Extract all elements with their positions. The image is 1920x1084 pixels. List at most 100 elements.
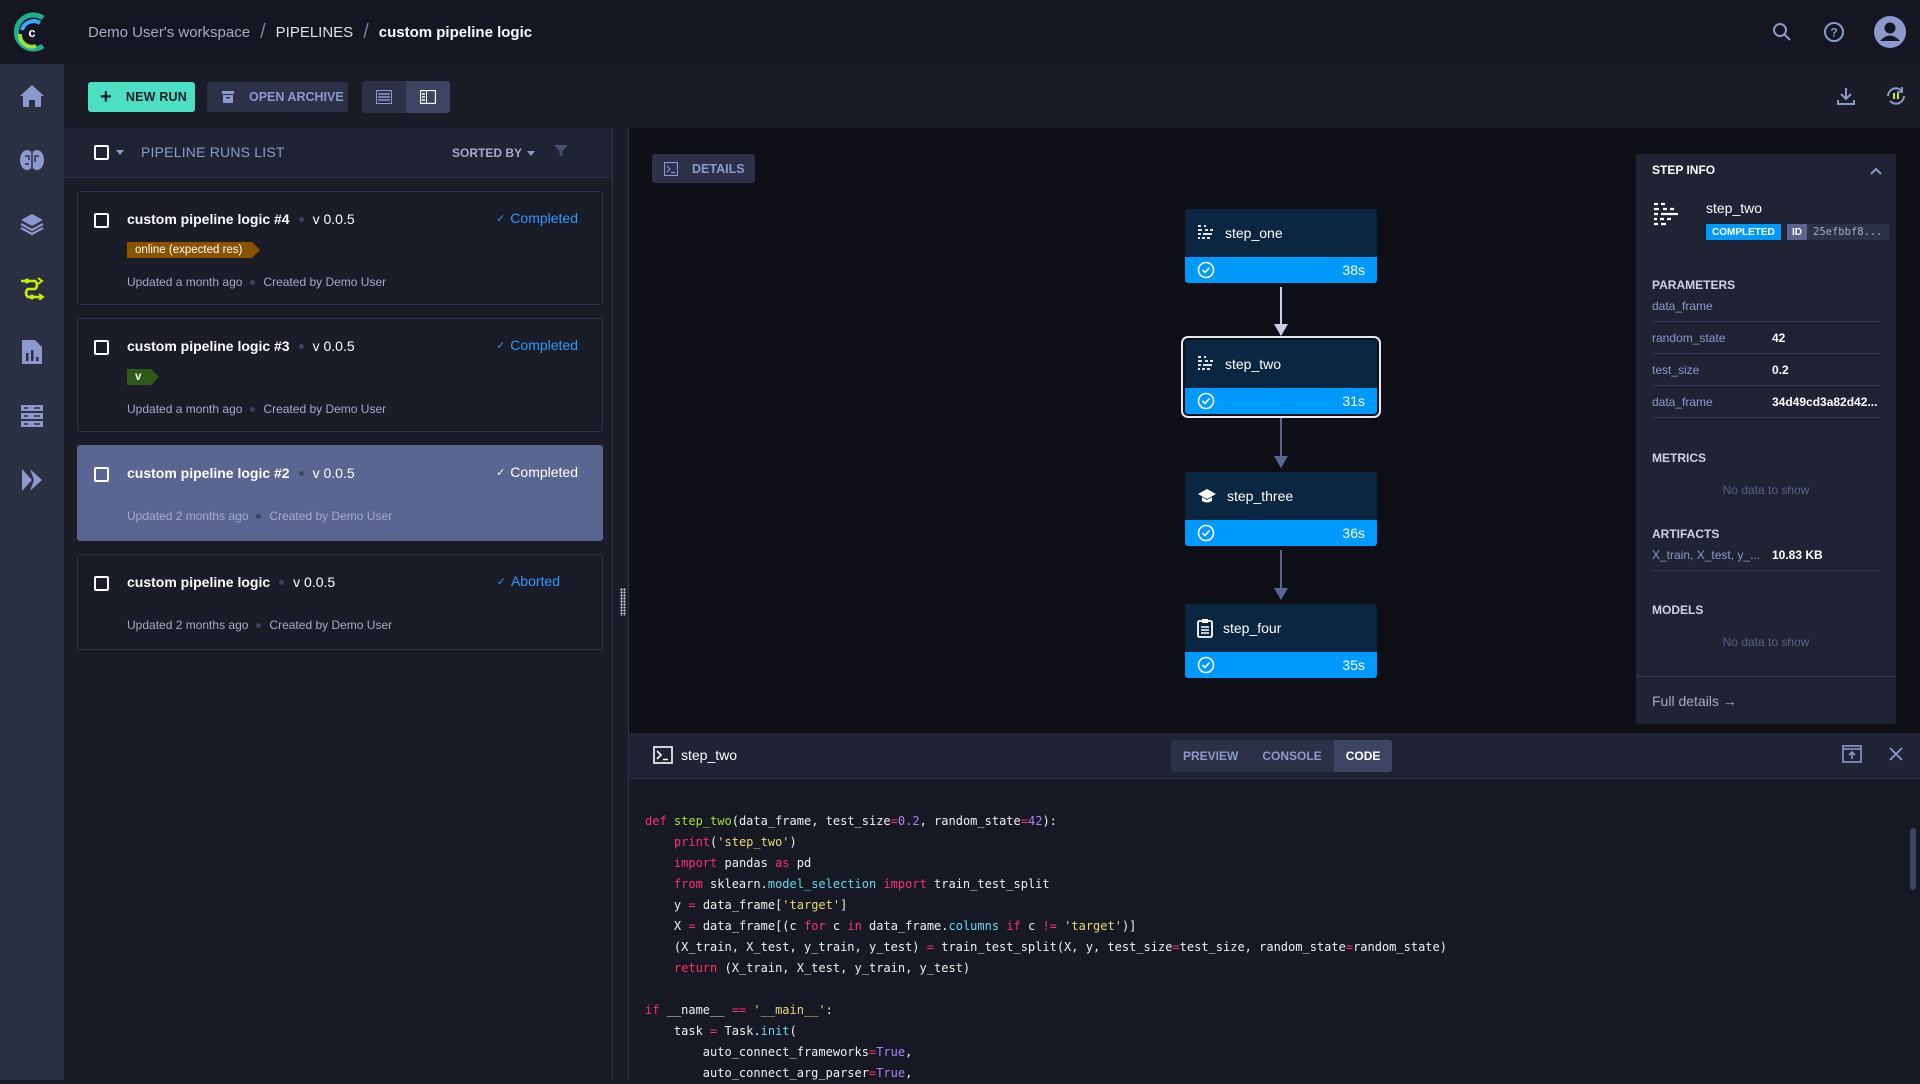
- step-id-badge[interactable]: ID 25efbbf8...: [1787, 224, 1889, 240]
- sidebar-item-projects[interactable]: [0, 128, 64, 192]
- run-created: Created by Demo User: [263, 402, 387, 416]
- open-archive-label: OPEN ARCHIVE: [249, 90, 344, 104]
- separator-dot: [256, 513, 262, 519]
- step-node[interactable]: step_four 35s: [1185, 604, 1377, 678]
- breadcrumb: Demo User's workspace / PIPELINES / cust…: [88, 0, 532, 64]
- clipboard-icon: [1197, 619, 1213, 638]
- check-icon: ✓: [496, 212, 506, 225]
- run-checkbox[interactable]: [94, 467, 109, 482]
- sorted-by-button[interactable]: SORTED BY: [452, 146, 536, 160]
- table-view-button[interactable]: [362, 81, 406, 113]
- artifact-row[interactable]: X_train, X_test, y_... 10.83 KB: [1652, 539, 1880, 571]
- help-icon[interactable]: ?: [1808, 21, 1860, 43]
- filter-icon[interactable]: [554, 144, 568, 163]
- full-details-link[interactable]: Full details →: [1636, 676, 1896, 724]
- app-logo[interactable]: c: [0, 0, 64, 64]
- table-view-icon: [376, 90, 392, 104]
- step-duration: 38s: [1342, 262, 1365, 278]
- sidebar-item-datasets[interactable]: [0, 192, 64, 256]
- separator-dot: [250, 406, 256, 412]
- run-card[interactable]: custom pipeline logic #4 v 0.0.5 ✓ Complet…: [77, 191, 603, 305]
- sidebar-item-home[interactable]: [0, 64, 64, 128]
- code-scrollbar[interactable]: [1910, 828, 1916, 890]
- param-key: random_state: [1652, 330, 1726, 345]
- data-processing-icon: [1198, 356, 1213, 370]
- run-updated: Updated a month ago: [127, 275, 243, 289]
- param-value: 0.2: [1772, 362, 1789, 377]
- breadcrumb-pipelines[interactable]: PIPELINES: [276, 24, 354, 41]
- tab-preview[interactable]: PREVIEW: [1171, 740, 1250, 772]
- run-created: Created by Demo User: [269, 618, 393, 632]
- run-tag[interactable]: v: [127, 369, 160, 385]
- caret-down-icon: [527, 150, 536, 156]
- download-icon[interactable]: [1820, 86, 1872, 106]
- step-info-title: STEP INFO: [1652, 163, 1716, 177]
- apps-icon: [22, 469, 42, 491]
- run-version: v 0.0.5: [312, 338, 355, 354]
- details-view-icon: [420, 90, 436, 104]
- check-icon: ✓: [496, 466, 506, 479]
- sidebar-item-orchestration[interactable]: [0, 384, 64, 448]
- check-circle-icon: [1197, 656, 1215, 674]
- separator-dot: [298, 470, 304, 476]
- expand-panel-icon[interactable]: [1842, 745, 1862, 768]
- run-updated: Updated 2 months ago: [127, 509, 249, 523]
- full-details-label: Full details →: [1652, 692, 1737, 709]
- run-card[interactable]: custom pipeline logic v 0.0.5 ✓ Aborted Up…: [77, 554, 603, 650]
- step-node[interactable]: step_three 36s: [1185, 472, 1377, 546]
- models-title: MODELS: [1652, 603, 1704, 617]
- id-label: ID: [1787, 224, 1807, 240]
- breadcrumb-separator: /: [363, 20, 369, 43]
- select-menu-caret-icon[interactable]: [116, 150, 124, 155]
- step-code-panel: step_two PREVIEW CONSOLE CODE def step_t…: [629, 733, 1920, 1080]
- param-key: data_frame: [1652, 298, 1713, 313]
- user-avatar[interactable]: [1860, 16, 1920, 48]
- open-archive-button[interactable]: OPEN ARCHIVE: [207, 82, 348, 112]
- breadcrumb-current: custom pipeline logic: [378, 23, 533, 41]
- artifact-size: 10.83 KB: [1772, 547, 1823, 562]
- separator-dot: [279, 579, 285, 585]
- run-title: custom pipeline logic: [127, 574, 271, 590]
- breadcrumb-workspace[interactable]: Demo User's workspace: [88, 24, 250, 41]
- search-icon[interactable]: [1756, 22, 1808, 42]
- run-card-selected[interactable]: custom pipeline logic #2 v 0.0.5 ✓ Complet…: [77, 445, 603, 541]
- chevron-up-icon[interactable]: [1870, 162, 1882, 180]
- run-updated: Updated a month ago: [127, 402, 243, 416]
- run-status: ✓ Aborted: [497, 573, 560, 589]
- new-run-button[interactable]: + NEW RUN: [88, 82, 195, 112]
- code-viewer[interactable]: def step_two(data_frame, test_size=0.2, …: [645, 811, 1447, 1084]
- run-card[interactable]: custom pipeline logic #3 v 0.0.5 ✓ Complet…: [77, 318, 603, 432]
- run-version: v 0.0.5: [312, 211, 355, 227]
- run-tag[interactable]: online (expected res): [127, 242, 261, 258]
- step-info-panel: STEP INFO step_two COMPLETED ID 25efbbf8.…: [1636, 154, 1896, 724]
- details-view-button[interactable]: [406, 81, 450, 113]
- resize-handle[interactable]: [620, 588, 626, 616]
- step-node[interactable]: step_one 38s: [1185, 209, 1377, 283]
- param-value: 34d49cd3a82d42...: [1772, 394, 1878, 409]
- sidebar-item-reports[interactable]: [0, 320, 64, 384]
- param-value: 42: [1772, 330, 1786, 345]
- auto-refresh-paused-icon[interactable]: [1872, 85, 1920, 107]
- tab-console[interactable]: CONSOLE: [1250, 740, 1333, 772]
- sidebar-item-applications[interactable]: [0, 448, 64, 512]
- select-all-checkbox[interactable]: [94, 145, 109, 160]
- run-checkbox[interactable]: [94, 213, 109, 228]
- tab-code[interactable]: CODE: [1333, 740, 1393, 772]
- top-bar: c Demo User's workspace / PIPELINES / cu…: [0, 0, 1920, 64]
- param-key: data_frame: [1652, 394, 1713, 409]
- run-checkbox[interactable]: [94, 340, 109, 355]
- terminal-icon: [664, 161, 678, 176]
- plus-icon: +: [100, 86, 112, 108]
- step-name: step_four: [1223, 620, 1282, 636]
- parameter-row: random_state 42: [1652, 322, 1880, 354]
- run-checkbox[interactable]: [94, 576, 109, 591]
- run-status: ✓ Completed: [496, 210, 578, 226]
- check-icon: ✓: [496, 339, 506, 352]
- details-button[interactable]: DETAILS: [652, 154, 755, 183]
- step-node-selected[interactable]: step_two 31s: [1181, 336, 1381, 418]
- pipelines-icon: [21, 277, 45, 300]
- close-icon[interactable]: [1888, 746, 1904, 767]
- report-icon: [22, 340, 42, 364]
- sidebar-item-pipelines[interactable]: [0, 256, 64, 320]
- separator-dot: [250, 279, 256, 285]
